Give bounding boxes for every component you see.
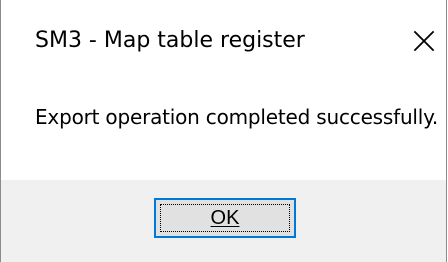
message-area: Export operation completed successfully. [1,86,446,180]
title-bar: SM3 - Map table register [1,0,446,86]
dialog-message: Export operation completed successfully. [35,105,439,129]
close-icon [413,30,435,52]
message-dialog: SM3 - Map table register Export operatio… [0,0,447,262]
ok-button[interactable]: OK [154,198,296,238]
close-button[interactable] [403,20,445,62]
window-title: SM3 - Map table register [35,28,305,53]
dialog-footer: OK [1,180,446,262]
ok-button-label: OK [210,206,240,229]
